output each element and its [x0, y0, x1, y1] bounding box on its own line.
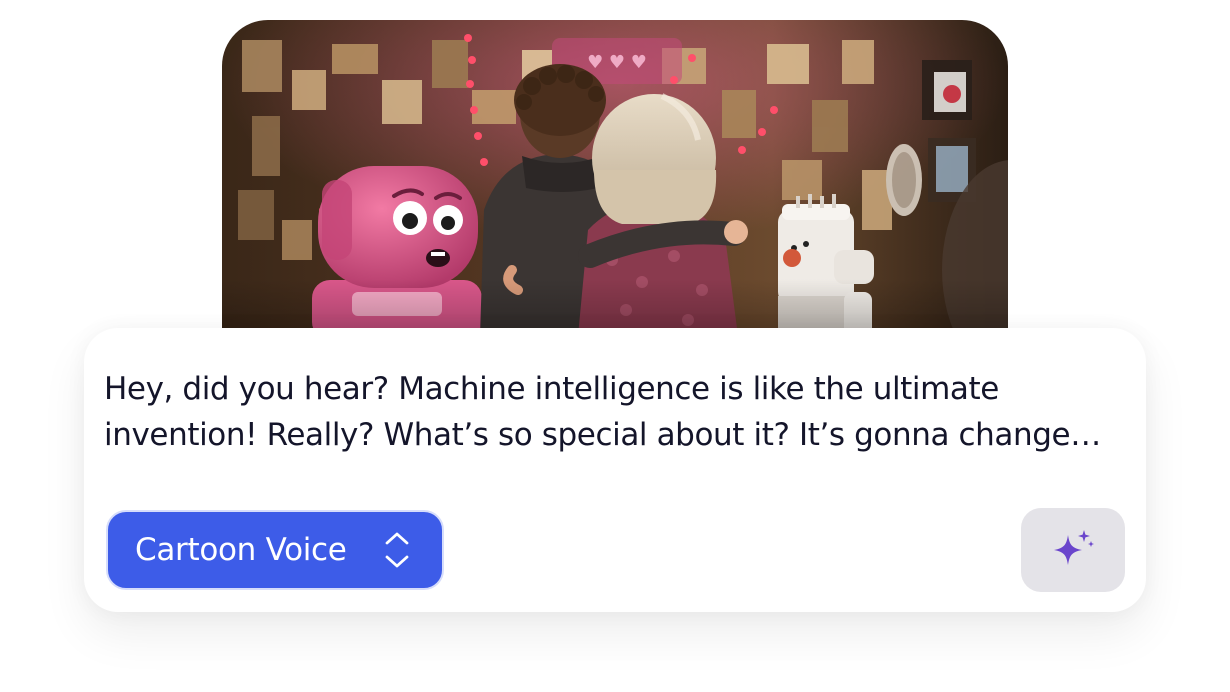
- cartoon-scene-illustration: ♥ ♥ ♥: [222, 20, 1008, 336]
- prompt-card: Hey, did you hear? Machine intelligence …: [84, 328, 1146, 612]
- voice-select[interactable]: Cartoon Voice: [106, 510, 444, 590]
- voice-select-label: Cartoon Voice: [135, 532, 347, 568]
- sparkles-icon: [1054, 530, 1094, 565]
- hero-image: ♥ ♥ ♥: [222, 20, 1008, 336]
- generate-button[interactable]: [1021, 508, 1125, 592]
- chevron-up-down-icon: [385, 532, 409, 568]
- prompt-text[interactable]: Hey, did you hear? Machine intelligence …: [104, 366, 1124, 458]
